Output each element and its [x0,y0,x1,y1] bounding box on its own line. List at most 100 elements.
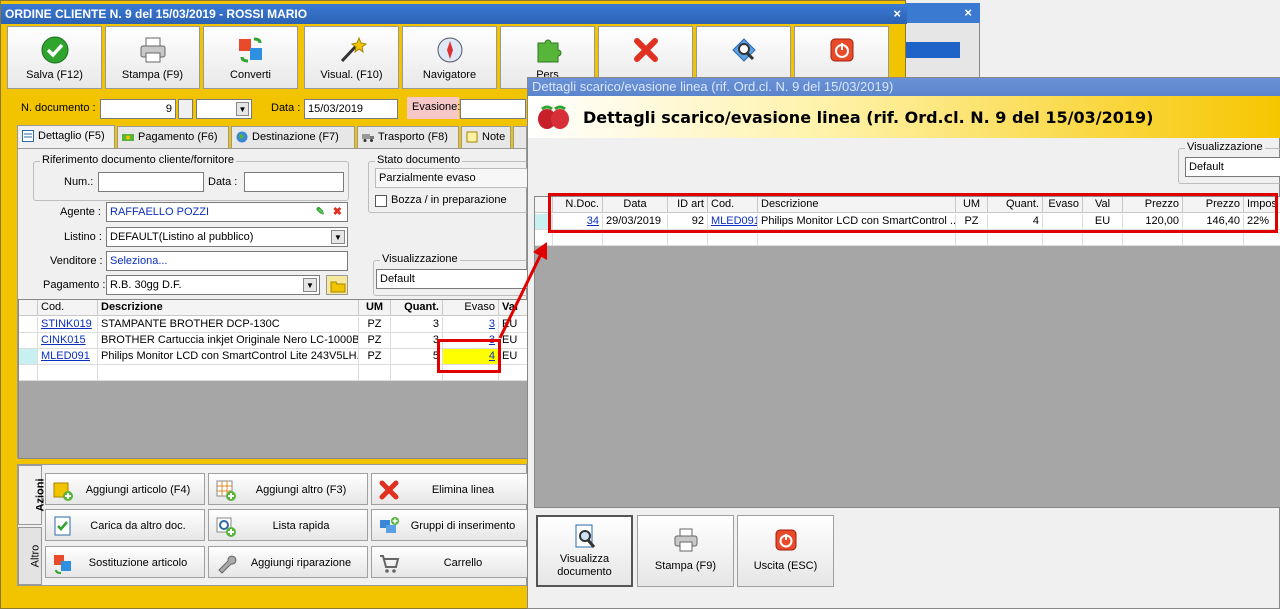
cart-button[interactable]: Carrello [371,546,528,578]
quick-list-button[interactable]: Lista rapida [208,509,368,541]
chevron-down-icon: ▼ [303,278,317,292]
replace-icon [54,555,71,574]
background-selected-item [906,42,960,58]
venditore-label: Venditore : [50,255,103,267]
navigator-button[interactable]: Navigatore [402,26,497,89]
add-grid-icon [216,480,236,501]
visual-button[interactable]: Visual. (F10) [304,26,399,89]
edit-pencil-icon[interactable]: ✎ [316,203,325,221]
ndoc-field[interactable]: 9 [100,99,176,119]
search-doc-icon [731,38,756,62]
printer-icon [674,528,697,552]
background-window-titlebar: × [906,3,980,23]
detail-dialog: Dettagli scarico/evasione linea (rif. Or… [527,77,1280,609]
dialog-exit-button[interactable]: Uscita (ESC) [737,515,834,587]
evaso-highlight-box [437,339,501,373]
puzzle-icon [537,39,561,63]
table-row[interactable]: STINK019 [38,317,98,333]
table-row[interactable]: CINK015 [38,333,98,349]
tab-more[interactable] [513,126,527,148]
save-button[interactable]: Salva (F12) [7,26,102,89]
tab-dettaglio[interactable]: Dettaglio (F5) [17,125,115,149]
groups-icon [380,517,399,533]
tab-pagamento[interactable]: Pagamento (F6) [117,126,229,148]
agente-label: Agente : [60,206,101,218]
order-window-titlebar: ORDINE CLIENTE N. 9 del 15/03/2019 - ROS… [1,4,907,24]
actions-panel: Azioni Altro Aggiungi articolo (F4) Aggi… [17,464,528,586]
clear-x-icon[interactable]: ✖ [333,203,342,221]
close-button[interactable]: × [893,4,901,24]
bozza-label: Bozza / in preparazione [391,194,507,206]
tab-altro[interactable]: Altro [18,527,42,585]
background-close-button[interactable]: × [964,5,972,20]
dialog-visualizzazione-select[interactable]: Default [1185,157,1280,177]
dialog-print-button[interactable]: Stampa (F9) [637,515,734,587]
dialog-row-highlight-box [548,193,1278,233]
dialog-title: Dettagli scarico/evasione linea (rif. Or… [532,79,894,94]
tab-destinazione[interactable]: Destinazione (F7) [231,126,355,148]
stato-value: Parzialmente evaso [375,168,529,188]
delete-x-icon [379,480,399,500]
add-other-button[interactable]: Aggiungi altro (F3) [208,473,368,505]
quick-list-icon [216,517,236,537]
chevron-down-icon: ▼ [331,230,345,244]
list-icon [22,130,34,142]
magic-wand-icon [340,36,367,63]
tab-trasporto[interactable]: Trasporto (F8) [357,126,459,148]
venditore-field[interactable]: Seleziona... [106,251,348,271]
listino-select[interactable]: DEFAULT(Listino al pubblico) ▼ [106,227,348,247]
compass-icon [437,37,462,63]
riferimento-date-field[interactable] [244,172,344,192]
truck-icon [362,134,374,142]
ndoc-series-select[interactable]: ▼ [196,99,252,119]
view-document-button[interactable]: Visualizza documento [536,515,633,587]
data-label: Data : [271,102,301,114]
dialog-visualizzazione-group: Visualizzazione Default [1178,141,1280,184]
listino-label: Listino : [64,231,102,243]
print-button[interactable]: Stampa (F9) [105,26,200,89]
money-icon [122,134,134,141]
folder-icon [330,281,346,293]
window-title: ORDINE CLIENTE N. 9 del 15/03/2019 - ROS… [5,7,308,21]
dialog-titlebar: Dettagli scarico/evasione linea (rif. Or… [528,78,1280,96]
agente-field[interactable]: RAFFAELLO POZZI ✎ ✖ [106,202,348,222]
visualizzazione-select[interactable]: Default [376,269,529,289]
folder-button[interactable] [326,275,348,295]
tab-azioni[interactable]: Azioni [18,465,47,525]
add-article-button[interactable]: Aggiungi articolo (F4) [45,473,205,505]
bozza-checkbox[interactable] [375,195,387,207]
riferimento-num-field[interactable] [98,172,204,192]
table-row[interactable]: MLED091 [38,349,98,365]
visualizzazione-group: Visualizzazione Default [373,253,529,296]
replace-article-button[interactable]: Sostituzione articolo [45,546,205,578]
delete-x-icon [633,38,658,62]
stato-group: Stato documento Parzialmente evaso Bozza… [368,154,529,213]
convert-button[interactable]: Converti [203,26,298,89]
riferimento-group: Riferimento documento cliente/fornitore … [33,154,349,201]
pagamento-select[interactable]: R.B. 30gg D.F. ▼ [106,275,320,295]
cart-icon [380,555,400,573]
dialog-banner-title: Dettagli scarico/evasione linea (rif. Or… [583,108,1154,127]
printer-icon [140,37,165,63]
dialog-banner: Dettagli scarico/evasione linea (rif. Or… [528,96,1280,138]
power-icon [775,529,796,551]
load-doc-icon [54,516,71,536]
add-repair-button[interactable]: Aggiungi riparazione [208,546,368,578]
evasione-field[interactable] [460,99,526,119]
groups-button[interactable]: Gruppi di inserimento [371,509,528,541]
note-icon [466,131,478,143]
delete-line-button[interactable]: Elimina linea [371,473,528,505]
convert-icon [238,37,262,63]
power-icon [830,38,853,62]
tab-note[interactable]: Note [461,126,511,148]
date-field[interactable]: 15/03/2019 [304,99,398,119]
detail-panel: Riferimento documento cliente/fornitore … [17,148,529,459]
pagamento-label: Pagamento : [43,279,106,291]
chevron-down-icon: ▼ [236,102,249,116]
wrench-icon [218,555,237,574]
order-lines-grid: Cod. Descrizione UM Quant. Evaso Val STI… [18,299,529,459]
view-doc-icon [575,524,595,548]
ndoc-suffix-button[interactable] [178,99,193,119]
ndoc-label: N. documento : [21,102,96,114]
load-doc-button[interactable]: Carica da altro doc. [45,509,205,541]
